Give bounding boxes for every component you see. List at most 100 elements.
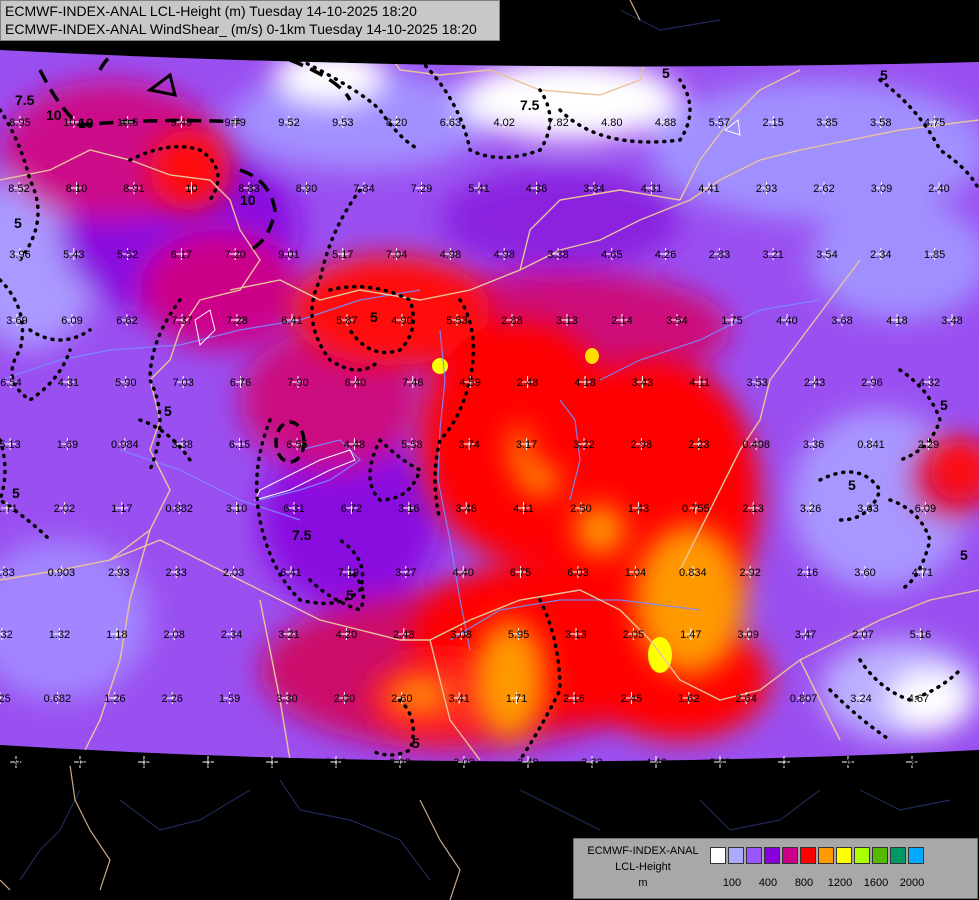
weather-map: 7.5101055557.55557.5555105 8.95 10.6 10.5 9…	[0, 0, 979, 900]
station-marker: 4.75	[924, 116, 945, 129]
station-marker: 3.17	[516, 438, 537, 451]
station-value: 3.33	[581, 757, 602, 769]
station-marker: 9.79	[224, 116, 246, 129]
station-value: 1.04	[625, 567, 646, 579]
station-value: 2.62	[813, 183, 834, 195]
station-value: 4.40	[776, 315, 797, 327]
station-value: 2.98	[631, 439, 652, 451]
station-marker: 2.08	[163, 628, 185, 641]
station-value: 4.31	[58, 377, 79, 389]
station-marker: 10	[185, 182, 198, 195]
station-value: 2.93	[108, 567, 129, 579]
contour-label: 5	[412, 735, 420, 751]
station-marker: 3.09	[737, 628, 759, 641]
station-value: 6.31	[283, 503, 304, 515]
station-value: 1.13	[261, 757, 282, 769]
station-marker: 2.33	[165, 566, 187, 579]
station-marker: 3.60	[854, 566, 876, 579]
station-marker: 2.45	[621, 692, 642, 705]
station-value: 5.10	[325, 757, 346, 769]
station-value: 7.84	[353, 183, 374, 195]
legend-swatch	[818, 847, 834, 864]
station-marker: 6.17	[171, 248, 192, 261]
station-value: 8.91	[123, 183, 144, 195]
station-marker: 2.34	[221, 628, 242, 641]
station-value: 5.95	[508, 629, 529, 641]
station-value: 3.09	[737, 629, 758, 641]
station-marker: 0.841	[857, 438, 885, 451]
station-value: 2.08	[163, 629, 184, 641]
station-marker: 3.42	[709, 756, 731, 769]
station-marker: 1.17	[111, 502, 133, 515]
station-value: 4.32	[919, 377, 940, 389]
station-marker: 0.834	[679, 566, 707, 579]
station-marker: 7.28	[226, 314, 248, 327]
station-value: 3.38	[547, 249, 568, 261]
legend-swatch	[890, 847, 906, 864]
station-value: 2.96	[5, 757, 26, 769]
station-marker: 3.48	[941, 314, 963, 327]
station-marker: 3.47	[795, 628, 816, 641]
station-marker: 6.41	[280, 566, 302, 579]
station-value: 2.64	[735, 693, 756, 705]
station-marker: 1.18	[106, 628, 128, 641]
station-value: 5.57	[709, 117, 730, 129]
station-marker: 2.05	[623, 628, 644, 641]
station-value: 4.24	[773, 757, 794, 769]
legend-unit: m	[638, 877, 648, 889]
legend-tick-label: 400	[758, 877, 778, 889]
station-marker: 0.682	[44, 692, 72, 705]
station-marker: 9.01	[278, 248, 300, 261]
station-marker: 2.64	[735, 692, 757, 705]
station-value: 3.13	[565, 629, 586, 641]
station-marker: 5.13	[0, 438, 21, 451]
station-marker: 3.54	[816, 248, 838, 261]
station-value: 2.02	[389, 757, 410, 769]
station-value: 5.58	[401, 439, 422, 451]
station-marker: 7.46	[402, 376, 424, 389]
station-value: 2.05	[623, 629, 644, 641]
legend-tick-label: 100	[722, 877, 742, 889]
station-marker: 1.04	[625, 566, 646, 579]
station-value: 7.20	[224, 249, 245, 261]
station-marker: 3.26	[800, 502, 821, 515]
station-value: 8.20	[386, 117, 407, 129]
station-marker: 3.58	[870, 116, 892, 129]
station-value: 1.86	[901, 757, 922, 769]
station-value: 3.85	[816, 117, 837, 129]
station-marker: 1.71	[506, 692, 527, 705]
station-marker: 2.29	[918, 438, 939, 451]
station-marker: 1.26	[104, 692, 126, 705]
station-value: 2.00	[334, 693, 355, 705]
station-value: 4.11	[513, 503, 534, 515]
station-marker: 10.5	[117, 116, 138, 129]
station-marker: 1.13	[261, 756, 283, 769]
station-marker: 7.90	[287, 376, 309, 389]
station-value: 7.37	[171, 315, 192, 327]
station-marker: 4.18	[886, 314, 908, 327]
station-marker: 4.83	[0, 566, 15, 579]
station-value: 7.19	[338, 567, 359, 579]
station-marker: 1.43	[628, 502, 649, 515]
station-value: 4.11	[690, 377, 711, 389]
station-value: 6.75	[510, 567, 531, 579]
station-value: 2.15	[762, 117, 783, 129]
station-marker: 8.90	[296, 182, 317, 195]
station-marker: 5.17	[332, 248, 354, 261]
station-marker: 7.03	[172, 376, 194, 389]
legend-swatch	[800, 847, 816, 864]
station-marker: 2.62	[813, 182, 835, 195]
legend-swatch	[908, 847, 924, 864]
station-marker: 2.16	[563, 692, 585, 705]
station-marker: 4.98	[440, 248, 461, 261]
station-marker: 4.65	[601, 248, 623, 261]
contour-label: 5	[370, 309, 378, 325]
station-value: 0.834	[679, 567, 707, 579]
station-value: 2.92	[739, 567, 760, 579]
station-marker: 2.83	[709, 248, 730, 261]
station-value: 4.71	[912, 567, 933, 579]
color-legend: ECMWF-INDEX-ANAL LCL-Height m 100 400 800 1…	[573, 838, 978, 899]
station-value: 8.10	[66, 183, 87, 195]
station-value: 1.17	[111, 503, 132, 515]
station-value: 0.682	[44, 693, 72, 705]
